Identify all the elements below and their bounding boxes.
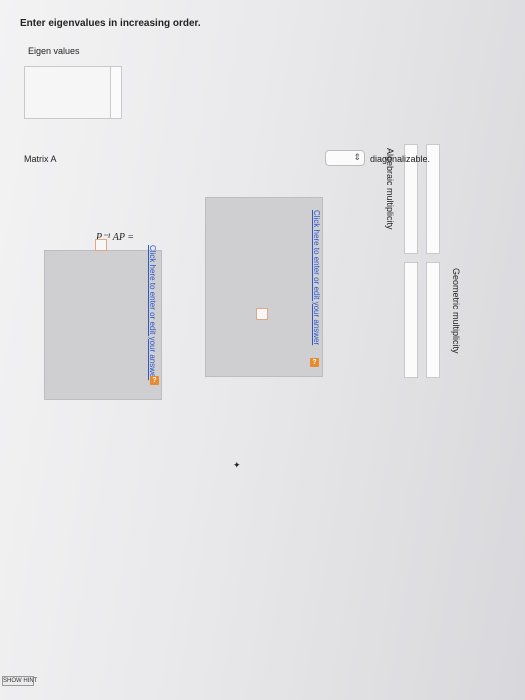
show-hint-button[interactable]: SHOW HINT [2, 676, 37, 686]
pinv-ap-help-icon[interactable]: ? [150, 376, 159, 385]
p-edit-link[interactable]: Click here to enter or edit your answer [312, 210, 321, 345]
mouse-cursor-icon: ✦ [233, 460, 241, 470]
matrix-a-label: Matrix A [24, 154, 57, 164]
geometric-multiplicity-field-2[interactable] [426, 262, 440, 378]
diagonalizable-label: diagonalizable. [370, 154, 431, 164]
pinv-ap-answer-box[interactable]: Click here to enter or edit your answer … [44, 239, 162, 400]
page: Enter eigenvalues in increasing order. E… [0, 0, 525, 700]
eigen-values-header: Eigen values [28, 46, 80, 56]
eigen-value-input-1[interactable] [110, 66, 122, 119]
pinv-ap-cell[interactable] [95, 239, 107, 251]
eigen-value-field-2[interactable] [24, 66, 112, 119]
geometric-multiplicity-header: Geometric multiplicity [451, 268, 461, 354]
p-help-icon[interactable]: ? [310, 358, 319, 367]
diagonalizable-select[interactable]: ⇕ [325, 150, 365, 166]
p-cell[interactable] [256, 308, 268, 320]
p-matrix-panel[interactable]: Click here to enter or edit your answer … [205, 197, 323, 377]
instructions-text: Enter eigenvalues in increasing order. [20, 18, 201, 29]
updown-icon: ⇕ [353, 152, 361, 162]
pinv-ap-edit-link[interactable]: Click here to enter or edit your answer [148, 245, 157, 380]
geometric-multiplicity-field-1[interactable] [404, 262, 418, 378]
